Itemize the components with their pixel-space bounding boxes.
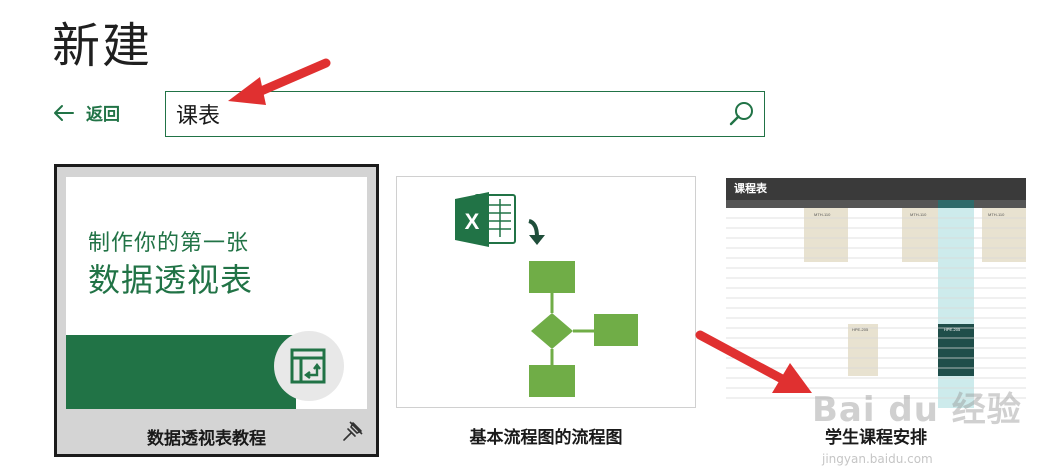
pin-icon[interactable] — [342, 420, 364, 442]
watermark: Bai du 经验 — [812, 390, 1022, 430]
svg-text:HPE-205: HPE-205 — [852, 327, 869, 332]
svg-text:MTH-110: MTH-110 — [988, 212, 1005, 217]
thumb-text-line2: 数据透视表 — [88, 261, 254, 299]
svg-text:课程表: 课程表 — [734, 181, 768, 195]
flowchart-thumbnail: X — [455, 192, 638, 397]
template-card-flowchart[interactable]: X — [396, 176, 696, 408]
svg-text:MTH-110: MTH-110 — [910, 212, 927, 217]
excel-icon: X — [455, 192, 516, 247]
svg-text:X: X — [465, 209, 480, 234]
search-icon[interactable] — [728, 100, 756, 128]
template-card-pivot[interactable]: 制作你的第一张 数据透视表 数据透视表教程 — [54, 164, 379, 457]
back-button[interactable]: 返回 — [52, 100, 120, 125]
page-title: 新建 — [52, 18, 153, 74]
template-label-flowchart: 基本流程图的流程图 — [469, 428, 623, 448]
template-thumbnail: 制作你的第一张 数据透视表 — [66, 177, 367, 409]
annotation-arrow-schedule — [695, 330, 812, 393]
back-arrow-icon — [54, 104, 74, 121]
back-label: 返回 — [86, 105, 120, 125]
svg-text:HPE-205: HPE-205 — [944, 327, 961, 332]
watermark-url: jingyan.baidu.com — [822, 452, 933, 466]
svg-text:MTH-110: MTH-110 — [814, 212, 831, 217]
template-label-pivot: 数据透视表教程 — [147, 429, 266, 449]
pivot-table-icon — [290, 348, 326, 384]
thumb-text-line1: 制作你的第一张 — [88, 231, 250, 256]
annotation-arrow-search — [228, 58, 331, 105]
